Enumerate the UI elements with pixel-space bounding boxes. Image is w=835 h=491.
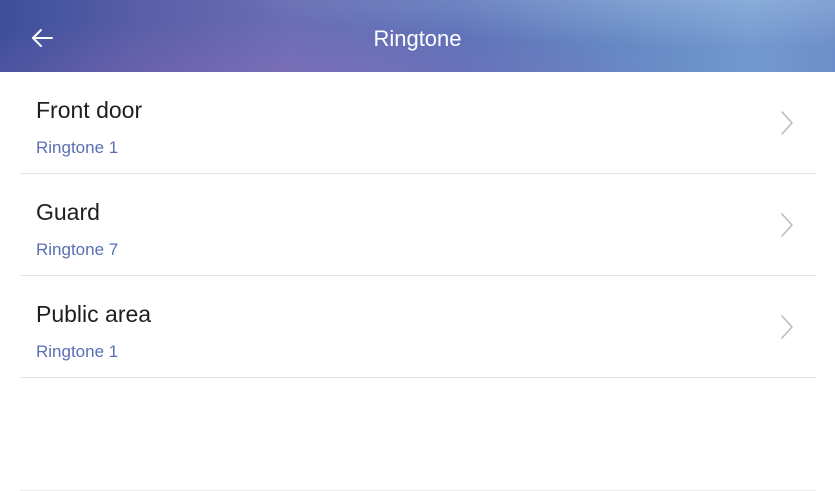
list-item-public-area[interactable]: Public area Ringtone 1 [20,276,816,378]
list-item-label: Front door [36,97,143,123]
page-title: Ringtone [373,26,462,51]
list-item-guard[interactable]: Guard Ringtone 7 [20,174,816,276]
list-item-value: Ringtone 1 [36,138,119,157]
header-bar: Ringtone [0,0,835,72]
list-item-label: Public area [36,301,152,327]
list-item-label: Guard [36,199,100,225]
chevron-right-icon [781,111,793,135]
chevron-right-icon [781,213,793,237]
chevron-right-icon [781,315,793,339]
list-item-value: Ringtone 7 [36,240,119,259]
list-item-value: Ringtone 1 [36,342,119,361]
ringtone-list: Front door Ringtone 1 Guard Ringtone 7 P… [20,72,816,378]
list-item-front-door[interactable]: Front door Ringtone 1 [20,72,816,174]
